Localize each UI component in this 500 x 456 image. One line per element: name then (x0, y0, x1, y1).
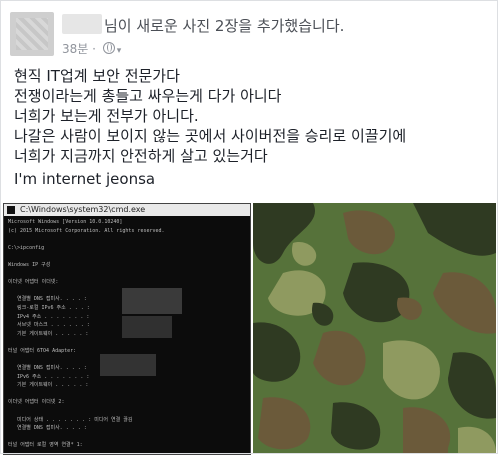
profile-avatar[interactable] (10, 12, 54, 56)
post-line: 너희가 보는게 전부가 아니다. (14, 107, 199, 125)
cmd-console-line (8, 433, 246, 442)
cmd-console-line: C:\>ipconfig (8, 244, 45, 251)
blurred-ip-region (122, 288, 182, 314)
facebook-post-card: 님이 새로운 사진 2장을 추가했습니다. 38분 · ▾ 현직 IT업계 보안… (0, 0, 500, 456)
cmd-console-line: 연결별 DNS 접미사. . . . : (8, 425, 87, 432)
post-line: 현직 IT업계 보안 전문가다 (14, 67, 180, 85)
cmd-titlebar: C:\Windows\system32\cmd.exe (4, 204, 250, 216)
cmd-screenshot-photo[interactable]: C:\Windows\system32\cmd.exe Microsoft Wi… (3, 203, 251, 455)
cmd-console-line: 미디어 상태 . . . . . . . : 미디어 연결 끊김 (8, 416, 133, 423)
cmd-console-line: 터널 어댑터 로컬 영역 연결* 1: (8, 442, 83, 449)
caret-down-icon[interactable]: ▾ (117, 46, 122, 56)
cmd-console-line (8, 235, 246, 244)
cmd-console-line: 이더넷 어댑터 이더넷 2: (8, 399, 65, 406)
globe-icon[interactable] (102, 42, 115, 54)
cmd-console-line (8, 450, 246, 454)
cmd-console-line (8, 270, 246, 279)
camouflage-jacket-photo[interactable] (253, 203, 496, 453)
cmd-console-line (8, 338, 246, 347)
cmd-console-line: 이더넷 어댑터 이더넷: (8, 279, 59, 286)
post-timestamp[interactable]: 38분 (62, 42, 88, 56)
author-name-redacted[interactable] (62, 14, 102, 34)
post-signature: I'm internet jeonsa (14, 170, 156, 188)
post-line: 나갈은 사람이 보이지 않는 곳에서 사이버전을 승리로 이끌기에 (14, 127, 407, 145)
cmd-console-line: (c) 2015 Microsoft Corporation. All righ… (8, 227, 165, 234)
cmd-title: C:\Windows\system32\cmd.exe (20, 205, 146, 214)
cmd-window-icon (7, 206, 15, 214)
cmd-console-line (8, 252, 246, 261)
post-meta: 38분 · ▾ (62, 40, 121, 57)
cmd-console-line: Windows IP 구성 (8, 261, 51, 268)
post-header-text: 님이 새로운 사진 2장을 추가했습니다. (104, 17, 345, 35)
post-line: 너희가 지금까지 안전하게 살고 있는거다 (14, 147, 268, 165)
cmd-console-line: 기본 게이트웨이 . . . . . : (8, 382, 89, 389)
cmd-console-line (8, 390, 246, 399)
blurred-ip-region (100, 354, 156, 376)
post-body: 현직 IT업계 보안 전문가다 전쟁이라는게 총들고 싸우는게 다가 아니다 너… (14, 66, 484, 166)
cmd-console-line (8, 407, 246, 416)
post-line: 전쟁이라는게 총들고 싸우는게 다가 아니다 (14, 87, 282, 105)
blurred-ip-region (122, 316, 172, 338)
cmd-console-line: Microsoft Windows [Version 10.0.10240] (8, 219, 123, 225)
meta-separator: · (92, 42, 96, 56)
camouflage-pattern (253, 203, 496, 453)
